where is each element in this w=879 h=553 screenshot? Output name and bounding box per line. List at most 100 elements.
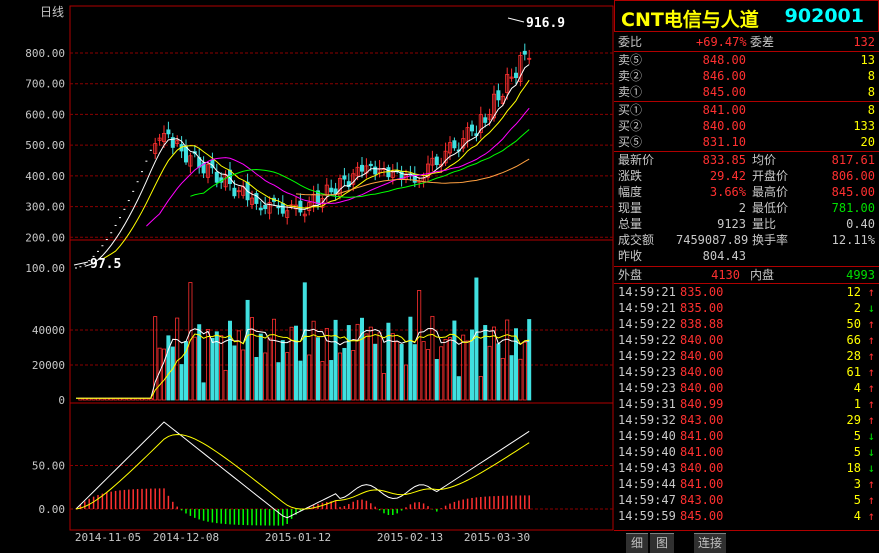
outer-value: 4130: [711, 268, 740, 282]
tick-direction-icon: ↓: [867, 301, 875, 315]
ask-row: 卖⑤ 848.00 13: [616, 52, 877, 68]
tick-price: 840.00: [680, 349, 724, 363]
tick-volume: 5: [853, 445, 861, 459]
quote-row: 幅度 3.66% 最高价 845.00: [616, 184, 877, 200]
kline-chart[interactable]: 日线 800.00 700.00 600.00 500.00 400.00 300.00 2…: [0, 0, 614, 552]
tick-price: 835.00: [680, 301, 724, 315]
price-tick: 500.00: [25, 139, 65, 152]
tick-price: 841.00: [680, 477, 724, 491]
tick-volume: 2: [853, 301, 861, 315]
bid-label: 买②: [618, 119, 643, 133]
volume-tick: 40000: [32, 324, 65, 337]
committee-diff-value: 132: [853, 35, 875, 49]
high-price-label: 916.9: [526, 16, 565, 31]
quote-value: 3.66%: [709, 185, 746, 199]
quote-label: 昨收: [618, 249, 643, 263]
tick-price: 838.88: [680, 317, 724, 331]
quote-label: 最新价: [618, 153, 655, 167]
ask-row: 卖① 845.00 8: [616, 84, 877, 100]
committee-ratio-label: 委比: [618, 35, 643, 49]
tick-volume: 4: [853, 509, 861, 523]
bid-volume: 20: [860, 135, 875, 149]
inner-value: 4993: [846, 268, 875, 282]
tick-row: 14:59:59 845.00 4 ↑: [616, 508, 877, 524]
quote-value: 2: [738, 201, 746, 215]
tick-price: 840.00: [680, 461, 724, 475]
tick-volume: 18: [846, 461, 861, 475]
tick-price: 840.99: [680, 397, 724, 411]
ask-price: 845.00: [702, 85, 746, 99]
ask-volume: 8: [867, 85, 875, 99]
stock-code: 902001: [784, 5, 864, 27]
quote-label: 最低价: [752, 201, 789, 215]
quote-label: 现量: [618, 201, 643, 215]
tick-volume: 28: [846, 349, 861, 363]
ask-price: 846.00: [702, 69, 746, 83]
tick-row: 14:59:21 835.00 2 ↓: [616, 300, 877, 316]
volume-tick: 0: [58, 394, 65, 407]
tab-chart[interactable]: 图: [650, 533, 674, 553]
quote-row: 成交额 7459087.89 换手率 12.11%: [616, 232, 877, 248]
tick-price: 840.00: [680, 381, 724, 395]
tick-direction-icon: ↓: [867, 429, 875, 443]
committee-row: 委比 +69.47% 委差 132: [616, 34, 877, 50]
tick-direction-icon: ↑: [867, 349, 875, 363]
bid-row: 买⑤ 831.10 20: [616, 134, 877, 150]
tick-direction-icon: ↑: [867, 477, 875, 491]
bid-volume: 8: [867, 103, 875, 117]
ask-row: 卖② 846.00 8: [616, 68, 877, 84]
tick-price: 840.00: [680, 365, 724, 379]
inner-label: 内盘: [750, 268, 775, 282]
tick-volume: 66: [846, 333, 861, 347]
stock-title: CNT电信与人道 902001: [614, 0, 879, 32]
ask-volume: 13: [860, 53, 875, 67]
ask-price: 848.00: [702, 53, 746, 67]
tick-row: 14:59:31 840.99 1 ↑: [616, 396, 877, 412]
tick-time: 14:59:23: [618, 381, 676, 395]
tick-direction-icon: ↓: [867, 461, 875, 475]
ask-volume: 8: [867, 69, 875, 83]
low-price-label: 97.5: [90, 257, 121, 272]
quote-panel: CNT电信与人道 902001 委比 +69.47% 委差 132 卖⑤ 848…: [614, 0, 879, 553]
tick-row: 14:59:40 841.00 5 ↓: [616, 428, 877, 444]
quote-label: 幅度: [618, 185, 643, 199]
tick-row: 14:59:21 835.00 12 ↑: [616, 284, 877, 300]
quote-label: 开盘价: [752, 169, 789, 183]
bid-price: 841.00: [702, 103, 746, 117]
tick-price: 845.00: [680, 509, 724, 523]
tick-time: 14:59:22: [618, 317, 676, 331]
price-tick: 100.00: [25, 262, 65, 275]
tick-volume: 4: [853, 381, 861, 395]
tick-row: 14:59:44 841.00 3 ↑: [616, 476, 877, 492]
tick-row: 14:59:40 841.00 5 ↓: [616, 444, 877, 460]
quote-value: 806.00: [831, 169, 875, 183]
tick-time: 14:59:40: [618, 429, 676, 443]
tab-detail[interactable]: 细: [626, 533, 648, 553]
tick-volume: 5: [853, 429, 861, 443]
quote-label: 换手率: [752, 233, 789, 247]
bid-label: 买①: [618, 103, 643, 117]
bid-price: 840.00: [702, 119, 746, 133]
committee-ratio-value: +69.47%: [696, 35, 747, 49]
tick-time: 14:59:22: [618, 349, 676, 363]
quote-value: 12.11%: [831, 233, 875, 247]
quote-row: 最新价 833.85 均价 817.61: [616, 152, 877, 168]
tick-volume: 12: [846, 285, 861, 299]
tick-direction-icon: ↑: [867, 285, 875, 299]
quote-label: 最高价: [752, 185, 789, 199]
tick-row: 14:59:47 843.00 5 ↑: [616, 492, 877, 508]
quote-label: 量比: [752, 217, 777, 231]
tick-direction-icon: ↑: [867, 509, 875, 523]
tab-connect[interactable]: 连接: [694, 533, 726, 553]
tick-time: 14:59:21: [618, 285, 676, 299]
tick-volume: 50: [846, 317, 861, 331]
tick-time: 14:59:40: [618, 445, 676, 459]
quote-label: 涨跌: [618, 169, 643, 183]
ask-label: 卖⑤: [618, 53, 643, 67]
price-tick: 400.00: [25, 170, 65, 183]
period-label: 日线: [40, 5, 64, 19]
price-tick: 700.00: [25, 78, 65, 91]
price-tick: 800.00: [25, 47, 65, 60]
bid-row: 买② 840.00 133: [616, 118, 877, 134]
tick-time: 14:59:32: [618, 413, 676, 427]
